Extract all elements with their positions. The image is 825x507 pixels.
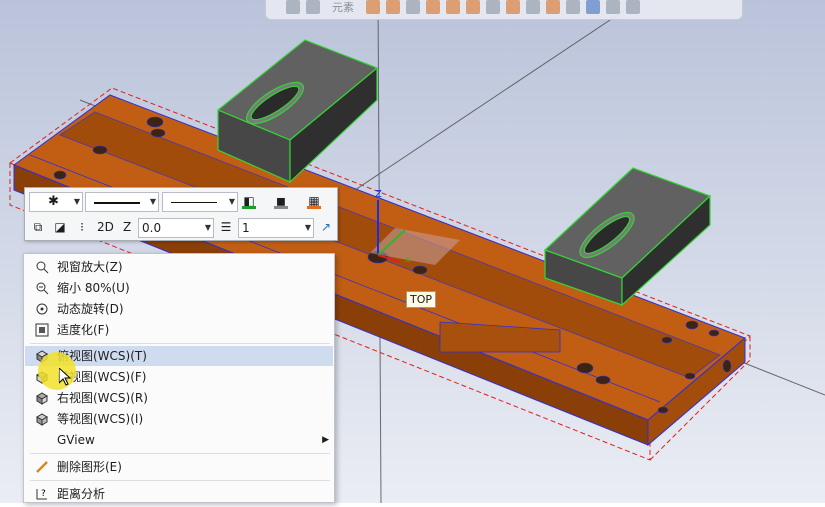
line-style-sample bbox=[94, 202, 140, 204]
view-mode-2d-toggle[interactable]: 2D bbox=[97, 220, 114, 234]
view-name-label: TOP bbox=[406, 291, 436, 308]
cursor-icon[interactable] bbox=[306, 0, 320, 14]
chevron-down-icon: ▼ bbox=[204, 223, 211, 232]
menu-item-zoom-window[interactable]: 视窗放大(Z) bbox=[25, 257, 333, 277]
line-style-dropdown[interactable]: ▼ bbox=[85, 192, 159, 212]
top-floating-toolbar: 元素 bbox=[265, 0, 743, 20]
menu-item-delete-entity[interactable]: 删除图形(E) bbox=[25, 457, 333, 477]
z-depth-dropdown[interactable]: 0.0 ▼ bbox=[138, 218, 214, 238]
line-width-sample bbox=[171, 202, 217, 203]
gear-icon[interactable] bbox=[386, 0, 400, 14]
distance-analysis-icon: ? bbox=[35, 487, 49, 501]
point-style-value: ✱ bbox=[48, 194, 59, 209]
levels-icon[interactable]: ☰ bbox=[217, 218, 235, 236]
menu-item-dynamic-rotate[interactable]: 动态旋转(D) bbox=[25, 299, 333, 319]
menu-item-label: 距离分析 bbox=[57, 487, 106, 501]
verify-icon[interactable] bbox=[606, 0, 620, 14]
menu-item-label: 删除图形(E) bbox=[57, 460, 122, 474]
pointer-icon[interactable] bbox=[526, 0, 540, 14]
chevron-down-icon: ▼ bbox=[73, 197, 80, 206]
level-value: 1 bbox=[242, 221, 250, 235]
level-dropdown[interactable]: 1 ▼ bbox=[238, 218, 314, 238]
menu-item-isometric-view[interactable]: 等视图(WCS)(I) bbox=[25, 409, 333, 429]
menu-item-label: GView bbox=[57, 433, 95, 447]
face-icon[interactable] bbox=[466, 0, 480, 14]
filter-icon[interactable] bbox=[586, 0, 600, 14]
mouse-cursor-icon bbox=[59, 368, 71, 386]
menu-item-gview[interactable]: GView ▶ bbox=[25, 430, 333, 450]
wireframe-color-icon[interactable]: ◧ bbox=[240, 192, 258, 210]
menu-separator bbox=[30, 453, 330, 454]
right-view-icon bbox=[35, 391, 49, 405]
external-link-icon[interactable]: ↗ bbox=[317, 218, 335, 236]
isometric-view-icon bbox=[35, 412, 49, 426]
material-color-icon[interactable]: ▦ bbox=[305, 192, 323, 210]
properties-icon[interactable]: ⁝ bbox=[73, 218, 91, 236]
lock-icon[interactable] bbox=[286, 0, 300, 14]
menu-item-label: 右视图(WCS)(R) bbox=[57, 391, 148, 405]
z-depth-value: 0.0 bbox=[142, 221, 162, 235]
chevron-down-icon: ▼ bbox=[228, 197, 235, 206]
window-select-icon[interactable] bbox=[546, 0, 560, 14]
light-icon[interactable] bbox=[366, 0, 380, 14]
z-depth-label: Z bbox=[123, 220, 132, 234]
dynamic-rotate-icon bbox=[35, 302, 49, 316]
zoom-out-icon bbox=[35, 281, 49, 295]
svg-text:Z: Z bbox=[375, 189, 382, 200]
menu-item-label: 缩小 80%(U) bbox=[57, 281, 130, 295]
menu-item-label: 适度化(F) bbox=[57, 323, 110, 337]
svg-text:?: ? bbox=[41, 489, 46, 499]
menu-item-fit[interactable]: 适度化(F) bbox=[25, 320, 333, 340]
menu-item-label: 等视图(WCS)(I) bbox=[57, 412, 144, 426]
menu-item-distance-analysis[interactable]: ? 距离分析 bbox=[25, 484, 333, 504]
fit-icon bbox=[35, 323, 49, 337]
menu-item-label: 视窗放大(Z) bbox=[57, 260, 123, 274]
delete-entity-icon bbox=[35, 460, 49, 474]
body-icon[interactable] bbox=[506, 0, 520, 14]
edge-icon[interactable] bbox=[486, 0, 500, 14]
chevron-down-icon: ▼ bbox=[149, 197, 156, 206]
selection-mode-label[interactable]: 元素 bbox=[332, 0, 354, 15]
line-width-dropdown[interactable]: ▼ bbox=[162, 192, 238, 212]
attribute-set-icon[interactable]: ⧉ bbox=[29, 218, 47, 236]
menu-separator bbox=[30, 343, 330, 344]
submenu-arrow-icon: ▶ bbox=[322, 435, 329, 445]
solid-color-icon[interactable]: ◼ bbox=[272, 192, 290, 210]
svg-text:x: x bbox=[405, 255, 411, 265]
menu-item-zoom-out[interactable]: 缩小 80%(U) bbox=[25, 278, 333, 298]
point-style-dropdown[interactable]: ✱ ▼ bbox=[29, 192, 83, 212]
chevron-down-icon: ▼ bbox=[304, 223, 311, 232]
chain-icon[interactable] bbox=[566, 0, 580, 14]
menu-item-right-view[interactable]: 右视图(WCS)(R) bbox=[25, 388, 333, 408]
graphics-viewport[interactable]: Z x 元素 ✱ ▼ ▼ ▼ ◧ ◼ ▦ ⧉ ◪ ⁝ 2D Z 0.0 ▼ ☰ … bbox=[0, 0, 825, 503]
attribute-toolbar: ✱ ▼ ▼ ▼ ◧ ◼ ▦ ⧉ ◪ ⁝ 2D Z 0.0 ▼ ☰ 1 ▼ ↗ bbox=[24, 187, 338, 241]
select-arrow-icon[interactable] bbox=[406, 0, 420, 14]
solid-select-icon[interactable] bbox=[426, 0, 440, 14]
zoom-window-icon bbox=[35, 260, 49, 274]
menu-separator bbox=[30, 480, 330, 481]
clear-color-icon[interactable]: ◪ bbox=[51, 218, 69, 236]
copy-icon[interactable] bbox=[626, 0, 640, 14]
box-icon[interactable] bbox=[446, 0, 460, 14]
menu-item-label: 动态旋转(D) bbox=[57, 302, 124, 316]
